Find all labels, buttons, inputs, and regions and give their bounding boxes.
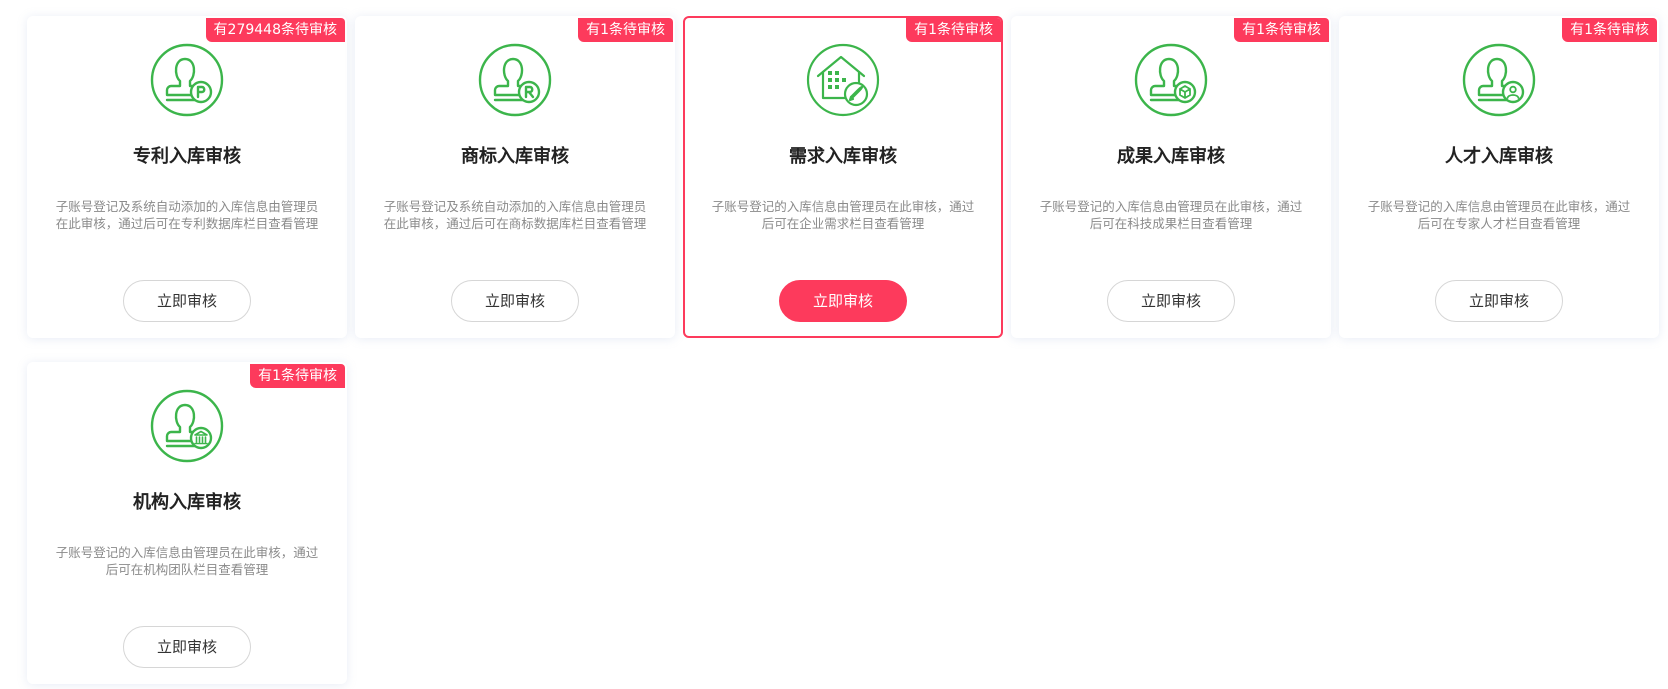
stamp-r-icon [475,40,555,120]
trademark-review-card: 有1条待审核 商标入库审核 子账号登记及系统自动添加的入库信息由管理员在此审核，… [355,16,675,338]
stamp-p-icon [147,40,227,120]
card-description: 子账号登记的入库信息由管理员在此审核，通过后可在企业需求栏目查看管理 [711,199,975,231]
patent-review-card: 有279448条待审核 专利入库审核 子账号登记及系统自动添加的入库信息由管理员… [27,16,347,338]
review-now-button[interactable]: 立即审核 [123,280,251,322]
pending-count-badge: 有279448条待审核 [205,18,345,42]
review-dashboard: 有279448条待审核 专利入库审核 子账号登记及系统自动添加的入库信息由管理员… [0,0,1668,689]
review-now-button[interactable]: 立即审核 [779,280,907,322]
card-description: 子账号登记的入库信息由管理员在此审核，通过后可在机构团队栏目查看管理 [55,545,319,577]
card-title: 机构入库审核 [133,492,241,513]
talent-review-card: 有1条待审核 人才入库审核 子账号登记的入库信息由管理员在此审核，通过后可在专家… [1339,16,1659,338]
stamp-cube-icon [1131,40,1211,120]
review-now-button[interactable]: 立即审核 [451,280,579,322]
card-title: 人才入库审核 [1445,146,1553,167]
institution-review-card: 有1条待审核 机构入库审核 子账号登记的入库信息由管理员在此审核，通过后可在机构… [27,362,347,684]
house-rocket-icon [803,40,883,120]
achievement-review-card: 有1条待审核 成果入库审核 子账号登记的入库信息由管理员在此审核，通过后可在科技… [1011,16,1331,338]
demand-review-card: 有1条待审核 需求入库审核 子账号登记的入库信息由管理员在此审核，通过后可在企业… [683,16,1003,338]
card-title: 专利入库审核 [133,146,241,167]
review-now-button[interactable]: 立即审核 [1435,280,1563,322]
card-title: 商标入库审核 [461,146,569,167]
review-card-grid: 有279448条待审核 专利入库审核 子账号登记及系统自动添加的入库信息由管理员… [27,16,1668,684]
card-title: 需求入库审核 [789,146,897,167]
card-description: 子账号登记的入库信息由管理员在此审核，通过后可在专家人才栏目查看管理 [1367,199,1631,231]
pending-count-badge: 有1条待审核 [1562,18,1657,42]
card-description: 子账号登记及系统自动添加的入库信息由管理员在此审核，通过后可在商标数据库栏目查看… [383,199,647,231]
stamp-person-icon [1459,40,1539,120]
pending-count-badge: 有1条待审核 [906,18,1001,42]
pending-count-badge: 有1条待审核 [578,18,673,42]
review-now-button[interactable]: 立即审核 [1107,280,1235,322]
stamp-bank-icon [147,386,227,466]
card-title: 成果入库审核 [1117,146,1225,167]
card-description: 子账号登记及系统自动添加的入库信息由管理员在此审核，通过后可在专利数据库栏目查看… [55,199,319,231]
review-now-button[interactable]: 立即审核 [123,626,251,668]
card-description: 子账号登记的入库信息由管理员在此审核，通过后可在科技成果栏目查看管理 [1039,199,1303,231]
pending-count-badge: 有1条待审核 [250,364,345,388]
pending-count-badge: 有1条待审核 [1234,18,1329,42]
